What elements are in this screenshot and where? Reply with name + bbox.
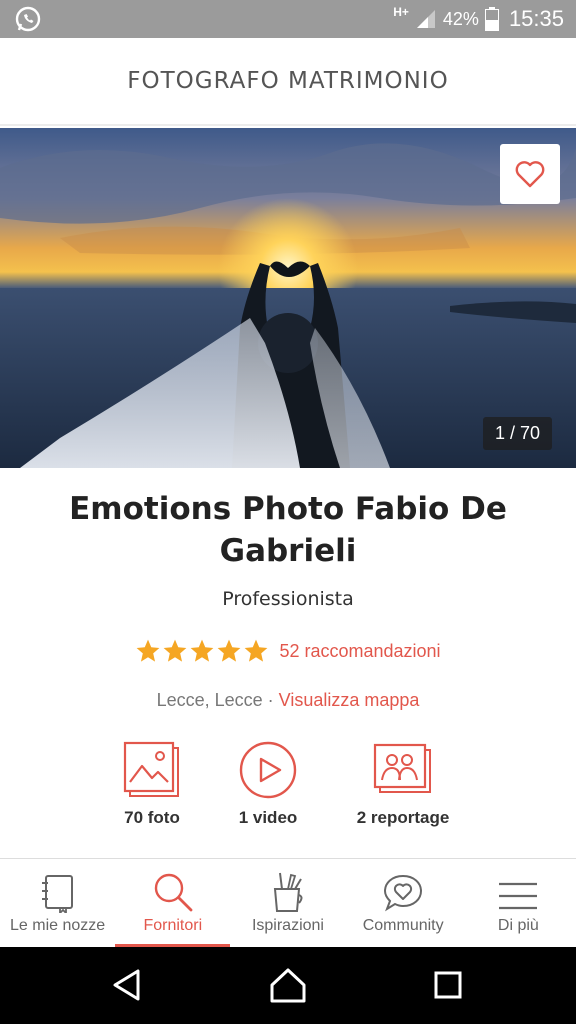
videos-count: 1 video [238,808,298,827]
nav-label: Community [362,917,444,934]
nav-item-fornitori[interactable]: Fornitori [115,859,231,947]
nav-item-le-mie-nozze[interactable]: Le mie nozze [0,859,115,947]
page-header: FOTOGRAFO MATRIMONIO [0,38,576,126]
notebook-icon [41,875,73,913]
signal-icon [416,10,435,28]
app-screen: H+ 42% 15:35 FOTOGRAFO MATRIMONIO 1 / 70… [0,0,576,1024]
view-map-link[interactable]: Visualizza mappa [279,690,420,710]
nav-label: Ispirazioni [251,917,324,934]
network-type: H+ [393,5,409,19]
star-icon [191,639,214,662]
vendor-name: Emotions Photo Fabio De Gabrieli [69,491,507,569]
star-rating [135,638,269,664]
system-navigation-bar [0,947,576,1024]
heart-icon [515,161,545,188]
search-icon [154,873,193,912]
bottom-navigation: Le mie nozze Fornitori Ispirazioni Commu… [0,858,576,947]
location-text: Lecce, Lecce [156,690,263,710]
status-bar: H+ 42% 15:35 [0,0,576,38]
reportage-count: 2 reportage [356,808,450,827]
nav-item-community[interactable]: Community [346,859,461,947]
clock: 15:35 [508,6,564,31]
menu-icon [499,882,538,910]
recent-apps-icon[interactable] [428,965,468,1005]
star-icon [245,639,268,662]
battery-icon [484,7,499,31]
nav-label: Fornitori [143,917,203,934]
reportage-album-icon [373,743,431,793]
vendor-type: Professionista [222,588,354,610]
photo-gallery-icon [123,741,179,797]
page-title: FOTOGRAFO MATRIMONIO [127,68,449,94]
location-row: Lecce, Lecce · Visualizza mappa [0,690,576,711]
favorite-button[interactable] [500,144,560,204]
videos-button[interactable]: 1 video [193,738,343,828]
rating-row: 52 raccomandazioni [0,638,576,664]
brush-cup-icon [273,872,303,912]
recommendations-link[interactable]: 52 raccomandazioni [279,641,440,662]
whatsapp-icon [15,6,41,32]
nav-item-ispirazioni[interactable]: Ispirazioni [230,859,345,947]
reportage-button[interactable]: 2 reportage [328,738,478,828]
nav-label: Di più [497,917,539,934]
star-icon [164,639,187,662]
star-icon [137,639,160,662]
back-icon[interactable] [108,965,148,1005]
play-icon [239,741,297,799]
location-separator: · [262,690,279,710]
photo-counter: 1 / 70 [482,417,552,450]
home-icon[interactable] [268,965,308,1005]
star-icon [218,639,241,662]
battery-percent: 42% [442,8,479,29]
heart-bubble-icon [384,874,423,912]
hero-gallery[interactable]: 1 / 70 [0,128,576,468]
nav-item-di-piu[interactable]: Di più [461,859,576,947]
nav-label: Le mie nozze [10,917,106,934]
